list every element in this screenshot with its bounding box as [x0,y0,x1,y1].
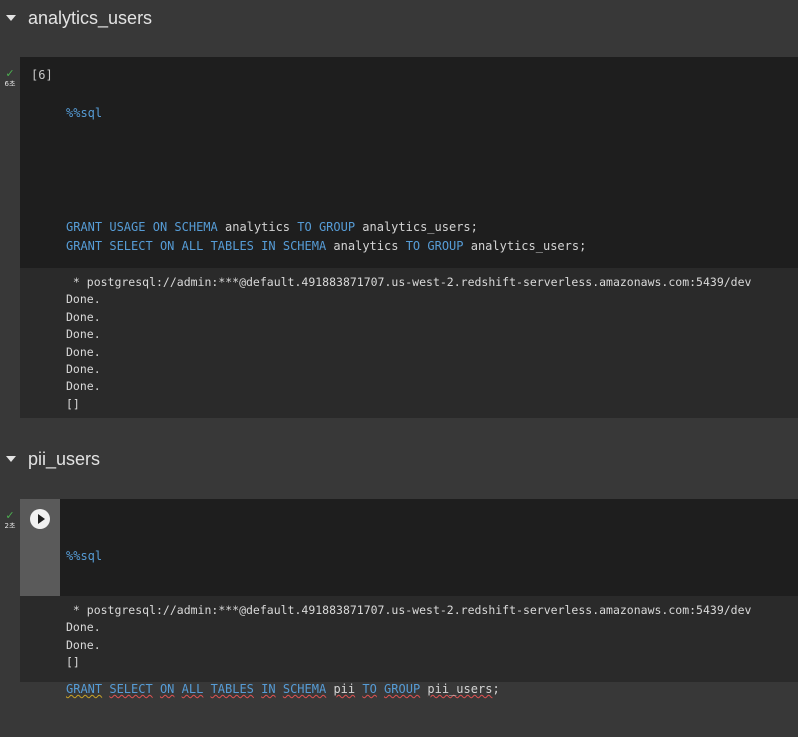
collapse-caret-icon[interactable] [6,456,16,462]
section-title: pii_users [28,448,101,469]
section-header-pii-users: pii_users [0,441,798,477]
sql-keyword: GROUP [318,220,356,234]
sql-keyword: TO [362,682,377,696]
cell-output-2: * postgresql://admin:***@default.4918838… [20,596,798,682]
code-token: pii_users [427,682,493,696]
sql-keyword: ALL [181,682,204,696]
run-cell-button[interactable] [30,509,50,529]
code-line: GRANT SELECT ON ALL TABLES IN SCHEMA pii… [66,680,500,699]
code-token: analytics_users; [355,220,478,234]
sql-keyword: SCHEMA [282,682,327,696]
check-icon: ✓ [5,509,15,522]
output-line: Done. [66,379,101,394]
sql-keyword: IN [261,239,276,253]
sql-keyword: ON [159,239,175,253]
code-line: GRANT USAGE ON SCHEMA analytics TO GROUP… [66,218,586,237]
sql-keyword: GROUP [384,682,421,696]
sql-keyword: TO [405,239,421,253]
collapse-caret-icon[interactable] [6,15,16,21]
cell-output-1: * postgresql://admin:***@default.4918838… [20,268,798,418]
code-token: analytics [326,239,406,253]
sql-magic: %%sql [66,106,103,120]
output-line: Done. [66,362,101,377]
section-header-analytics-users: analytics_users [0,0,798,36]
sql-keyword: ALL [181,239,204,253]
output-text: * postgresql://admin:***@default.4918838… [66,274,751,413]
sql-keyword: SCHEMA [282,239,327,253]
sql-keyword: GRANT [66,239,103,253]
sql-keyword: GRANT [66,220,103,234]
output-line: [] [66,655,80,670]
sql-keyword: TABLES [210,239,254,253]
sql-keyword: GROUP [427,239,464,253]
output-line: Done. [66,292,101,307]
execution-time: 2초 [4,522,16,530]
sql-keyword: SCHEMA [174,220,218,234]
output-line: Done. [66,637,101,652]
code-line: %%sql [66,104,586,123]
code-cell-1[interactable]: ✓ 6초 [6] %%sql ​ GRANT USAGE ON SCHEMA a… [0,57,798,367]
check-icon: ✓ [5,67,15,80]
sql-keyword: USAGE [109,220,146,234]
sql-keyword: ON [159,682,175,696]
cell-status: ✓ 2초 [0,509,20,531]
code-line: GRANT SELECT ON ALL TABLES IN SCHEMA ana… [66,237,586,256]
output-text: * postgresql://admin:***@default.4918838… [66,602,751,672]
code-line: %%sql [66,547,500,566]
output-line: Done. [66,309,101,324]
sql-keyword: ON [152,220,168,234]
sql-keyword: SELECT [109,239,153,253]
execution-count: [6] [31,68,53,82]
output-line: Done. [66,344,101,359]
code-token: pii [333,682,356,696]
output-line: Done. [66,327,101,342]
code-cell-2[interactable]: ✓ 2초 %%sql ​ GRANT USAGE ON SCHEMA pii T… [0,499,798,696]
code-token: ; [492,682,500,696]
sql-keyword: GRANT [66,682,103,696]
sql-keyword: SELECT [109,682,153,696]
sql-keyword: TABLES [210,682,254,696]
code-editor[interactable]: [6] %%sql ​ GRANT USAGE ON SCHEMA analyt… [20,57,798,367]
code-token: analytics_users; [463,239,587,253]
sql-magic: %%sql [66,549,103,563]
sql-keyword: IN [261,682,276,696]
code-token: analytics [217,220,298,234]
sql-keyword: TO [297,220,312,234]
output-line: * postgresql://admin:***@default.4918838… [66,275,752,289]
output-line: [] [66,396,80,411]
cell-status: ✓ 6초 [0,67,20,89]
section-title: analytics_users [28,7,153,28]
output-line: Done. [66,620,101,635]
output-line: * postgresql://admin:***@default.4918838… [66,603,752,617]
execution-time: 6초 [4,80,16,88]
